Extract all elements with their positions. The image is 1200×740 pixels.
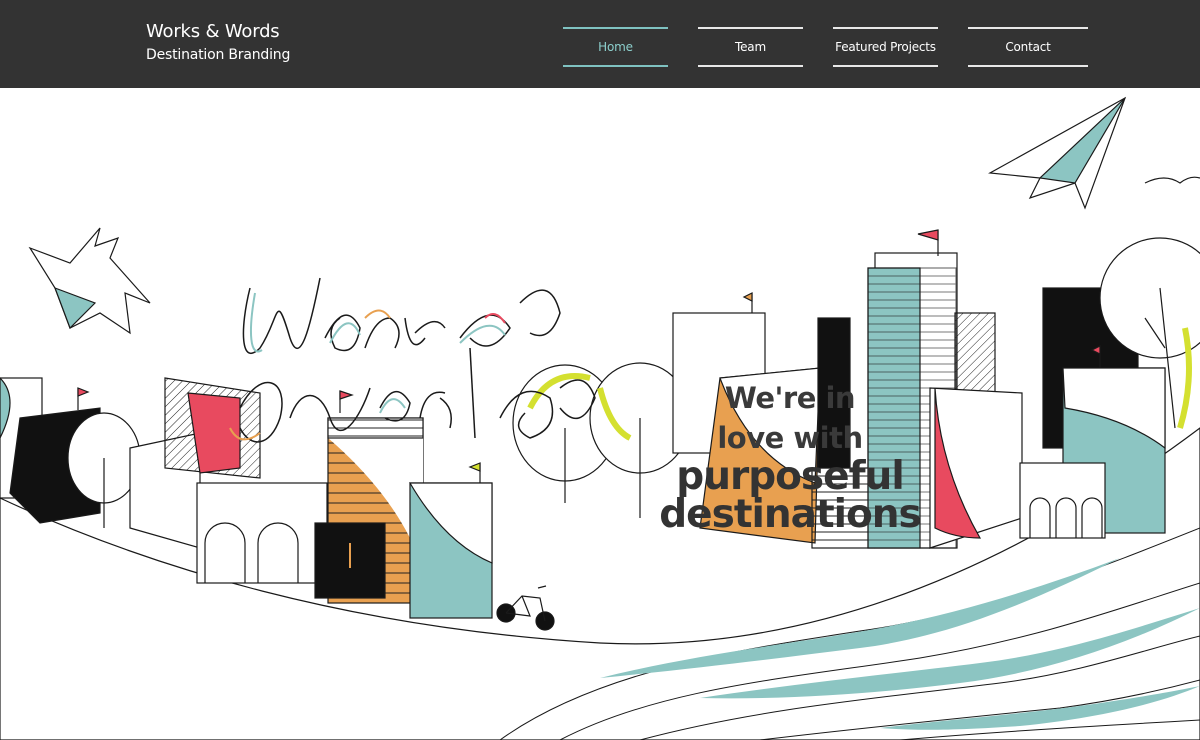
nav-item-home[interactable]: Home <box>563 27 668 67</box>
city-illustration-icon <box>0 96 1200 740</box>
headline-line-3: purposeful <box>676 454 904 499</box>
paper-plane-icon <box>988 96 1200 210</box>
site-title[interactable]: Works & Words <box>146 20 290 44</box>
hero-headline: We're in love with purposeful destinatio… <box>640 378 940 534</box>
bicycle-icon <box>496 585 555 631</box>
site-header: Works & Words Destination Branding Home … <box>0 0 1200 88</box>
site-subtitle: Destination Branding <box>146 47 291 63</box>
headline-line-2: love with <box>717 421 863 455</box>
nav-item-team[interactable]: Team <box>698 27 803 67</box>
nav-item-contact[interactable]: Contact <box>968 27 1088 67</box>
nav-item-featured-projects[interactable]: Featured Projects <box>833 27 938 67</box>
headline-line-4: destinations <box>659 492 921 537</box>
hero-section: We're in love with purposeful destinatio… <box>0 88 1200 740</box>
bird-icon <box>28 227 151 335</box>
headline-line-1: We're in <box>724 381 856 415</box>
brand[interactable]: Works & Words Destination Branding <box>146 20 290 65</box>
